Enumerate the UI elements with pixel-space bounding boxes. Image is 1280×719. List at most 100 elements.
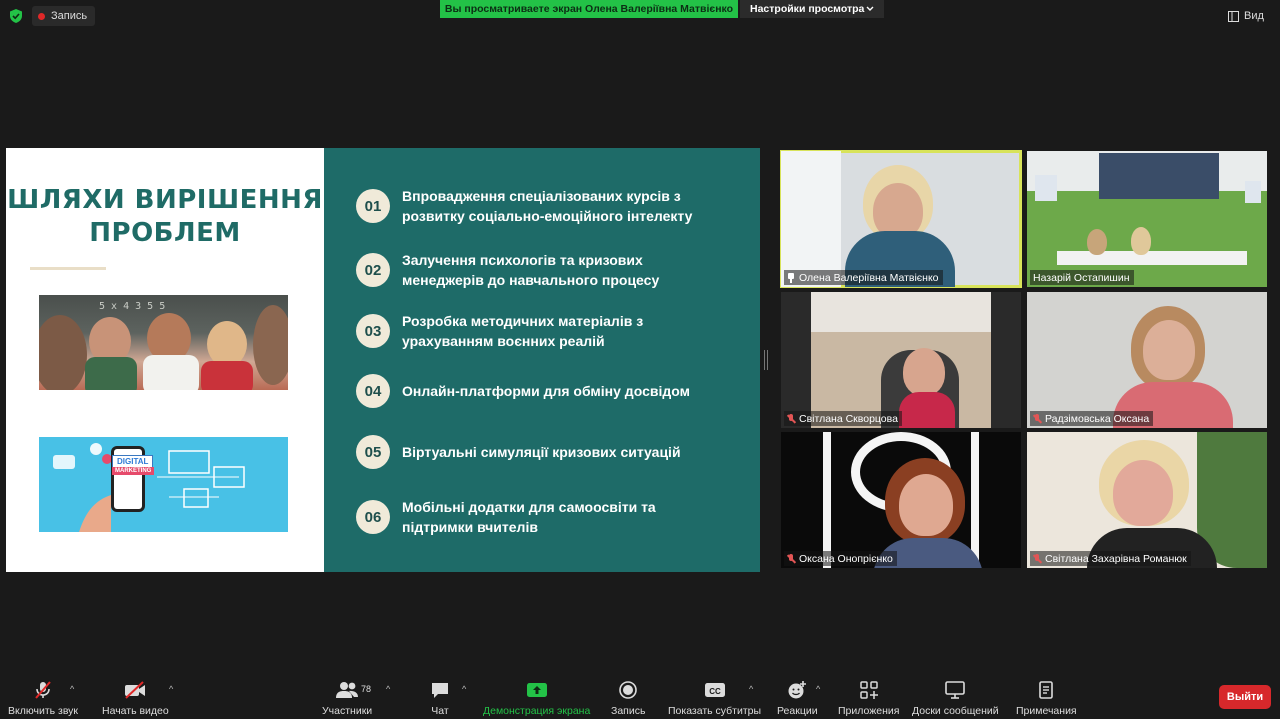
chevron-up-icon[interactable]: ^ bbox=[816, 684, 820, 694]
recording-indicator[interactable]: Запись bbox=[32, 6, 96, 26]
notes-button[interactable]: Примечания bbox=[1016, 680, 1077, 717]
participants-icon bbox=[336, 682, 359, 698]
item-number-badge: 06 bbox=[356, 500, 390, 534]
item-number-badge: 02 bbox=[356, 253, 390, 287]
notes-label: Примечания bbox=[1016, 705, 1077, 717]
chat-bubble-icon bbox=[432, 683, 448, 698]
shared-screen-slide: ШЛЯХИ ВИРІШЕННЯ ПРОБЛЕМ 5 x 4 3 5 5 DIGI… bbox=[6, 148, 760, 572]
item-number-badge: 03 bbox=[356, 314, 390, 348]
video-tile[interactable]: Олена Валеріївна Матвієнко bbox=[780, 150, 1022, 288]
record-icon bbox=[619, 681, 638, 699]
child-figure bbox=[143, 355, 199, 390]
slide-left-panel: ШЛЯХИ ВИРІШЕННЯ ПРОБЛЕМ 5 x 4 3 5 5 DIGI… bbox=[6, 148, 324, 572]
pin-icon bbox=[787, 272, 795, 283]
item-number-badge: 04 bbox=[356, 374, 390, 408]
chevron-up-icon[interactable]: ^ bbox=[70, 684, 74, 694]
wall-screen bbox=[1035, 175, 1057, 201]
participant-name-label: Назарій Остапишин bbox=[1030, 270, 1134, 285]
video-tile[interactable]: Радзімовська Оксана bbox=[1027, 292, 1267, 428]
microphone-muted-icon bbox=[35, 681, 51, 699]
conference-table bbox=[1057, 251, 1247, 265]
participant-name-label: Оксана Онопрієнко bbox=[784, 551, 897, 566]
chevron-up-icon[interactable]: ^ bbox=[386, 684, 390, 694]
child-figure bbox=[39, 315, 87, 390]
apps-button[interactable]: Приложения bbox=[838, 680, 899, 717]
view-settings-label: Настройки просмотра bbox=[750, 3, 865, 15]
share-screen-icon bbox=[526, 683, 547, 697]
chevron-down-icon bbox=[866, 6, 874, 11]
leave-meeting-button[interactable]: Выйти bbox=[1219, 685, 1271, 709]
solution-item: 05 Віртуальні симуляції кризових ситуаці… bbox=[356, 435, 722, 469]
security-shield-icon[interactable] bbox=[9, 9, 23, 23]
unmute-label: Включить звук bbox=[8, 705, 79, 717]
participant-name: Оксана Онопрієнко bbox=[799, 552, 893, 565]
video-tile[interactable]: Світлана Скворцова bbox=[781, 292, 1021, 428]
view-label: Вид bbox=[1244, 10, 1264, 22]
participant-name: Олена Валеріївна Матвієнко bbox=[799, 271, 939, 284]
item-text: Розробка методичних матеріалів з урахува… bbox=[402, 313, 644, 349]
item-text: Віртуальні симуляції кризових ситуацій bbox=[402, 444, 681, 460]
record-label: Запись bbox=[611, 705, 646, 717]
item-number-badge: 01 bbox=[356, 189, 390, 223]
item-text: Мобільні додатки для самоосвіти та підтр… bbox=[402, 499, 656, 535]
apps-label: Приложения bbox=[838, 705, 900, 717]
muted-mic-icon bbox=[1033, 553, 1041, 564]
video-tile[interactable]: Назарій Остапишин bbox=[1027, 151, 1267, 287]
grid-view-icon bbox=[1228, 10, 1239, 22]
solution-item: 04 Онлайн-платформи для обміну досвідом bbox=[356, 374, 722, 408]
zoom-window: Запись Вы просматриваете экран Олена Вал… bbox=[0, 0, 1280, 719]
participant-face bbox=[899, 474, 953, 536]
chat-button[interactable]: Чат bbox=[430, 680, 450, 717]
record-dot-icon bbox=[38, 12, 45, 20]
background-stripe bbox=[971, 432, 979, 568]
solution-item: 01 Впровадження спеціалізованих курсів з… bbox=[356, 186, 722, 226]
muted-mic-icon bbox=[1033, 413, 1041, 424]
participant-figure bbox=[1131, 227, 1151, 255]
participant-face bbox=[1143, 320, 1195, 380]
whiteboards-label: Доски сообщений bbox=[912, 705, 999, 717]
item-text: Онлайн-платформи для обміну досвідом bbox=[402, 383, 690, 399]
share-screen-button[interactable]: Демонстрация экрана bbox=[483, 680, 590, 717]
solution-item: 06 Мобільні додатки для самоосвіти та пі… bbox=[356, 497, 722, 537]
view-settings-dropdown[interactable]: Настройки просмотра bbox=[740, 0, 884, 18]
view-button[interactable]: Вид bbox=[1228, 6, 1274, 26]
participant-name-label: Світлана Скворцова bbox=[784, 411, 902, 426]
muted-mic-icon bbox=[787, 553, 795, 564]
record-button[interactable]: Запись bbox=[611, 680, 645, 717]
closed-captions-icon: CC bbox=[704, 683, 725, 697]
video-tile[interactable]: Оксана Онопрієнко bbox=[781, 432, 1021, 568]
background-stripe bbox=[823, 432, 831, 568]
child-figure bbox=[253, 305, 288, 385]
window-background bbox=[781, 151, 841, 287]
participant-name: Світлана Скворцова bbox=[799, 412, 898, 425]
captions-button[interactable]: CC Показать субтитры bbox=[668, 680, 761, 717]
room-ceiling bbox=[811, 292, 991, 332]
participant-name-label: Світлана Захарівна Романюк bbox=[1030, 551, 1191, 566]
chat-label: Чат bbox=[431, 705, 449, 717]
participant-face bbox=[1113, 460, 1173, 526]
chevron-up-icon[interactable]: ^ bbox=[169, 684, 173, 694]
unmute-button[interactable]: Включить звук bbox=[8, 680, 78, 717]
participant-figure bbox=[1087, 229, 1107, 255]
panel-resize-handle[interactable] bbox=[764, 350, 768, 370]
video-camera-off-icon bbox=[125, 681, 146, 699]
start-video-button[interactable]: Начать видео bbox=[102, 680, 169, 717]
whiteboards-button[interactable]: Доски сообщений bbox=[912, 680, 999, 717]
chalkboard-text: 5 x 4 3 5 5 bbox=[99, 301, 166, 312]
chevron-up-icon[interactable]: ^ bbox=[749, 684, 753, 694]
item-number-badge: 05 bbox=[356, 435, 390, 469]
solution-item: 03 Розробка методичних матеріалів з урах… bbox=[356, 311, 722, 351]
cc-text: CC bbox=[709, 687, 721, 696]
reactions-button[interactable]: Реакции bbox=[777, 680, 818, 717]
item-text: Залучення психологів та кризових менедже… bbox=[402, 252, 660, 288]
chevron-up-icon[interactable]: ^ bbox=[462, 684, 466, 694]
solution-item: 02 Залучення психологів та кризових мене… bbox=[356, 250, 722, 290]
smiley-plus-icon bbox=[788, 681, 807, 699]
reactions-label: Реакции bbox=[777, 705, 818, 717]
slide-title: ШЛЯХИ ВИРІШЕННЯ ПРОБЛЕМ bbox=[6, 184, 324, 250]
apps-grid-icon bbox=[859, 681, 878, 699]
children-classroom-image: 5 x 4 3 5 5 bbox=[39, 295, 288, 390]
video-tile[interactable]: Світлана Захарівна Романюк bbox=[1027, 432, 1267, 568]
participant-name: Радзімовська Оксана bbox=[1045, 412, 1150, 425]
wall-screen bbox=[1245, 181, 1261, 203]
